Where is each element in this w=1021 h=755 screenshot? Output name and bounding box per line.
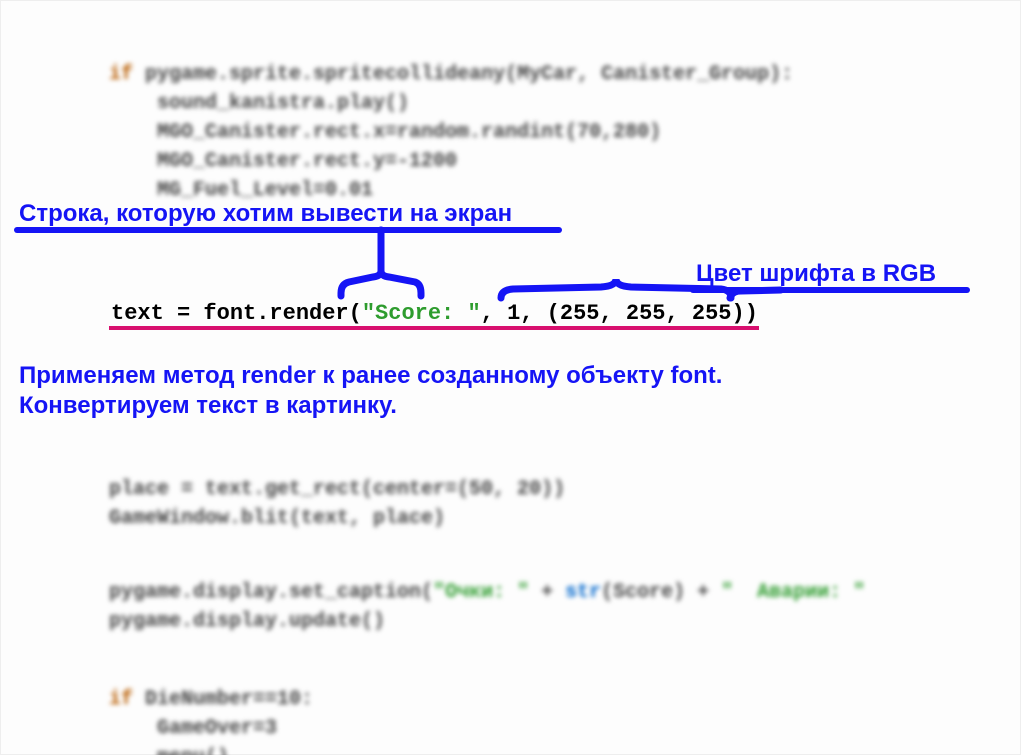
focus-after: , 1, (255, 255, 255)) (481, 301, 758, 326)
code-block-caption: pygame.display.set_caption("Очки: " + st… (109, 549, 865, 636)
code-block-top: if pygame.sprite.spritecollideany(MyCar,… (109, 31, 793, 205)
code-block-mid: place = text.get_rect(center=(50, 20)) G… (109, 446, 565, 533)
focus-underline (109, 326, 759, 330)
annotation-rgb-label: Цвет шрифта в RGB (696, 259, 936, 289)
page-canvas: if pygame.sprite.spritecollideany(MyCar,… (0, 0, 1021, 755)
kw-if-bottom: if (109, 688, 133, 711)
code-focus-line: text = font.render("Score: ", 1, (255, 2… (111, 301, 758, 326)
focus-prefix: text = font.render( (111, 301, 362, 326)
kw-if: if (109, 63, 133, 86)
annotation-render-explain: Применяем метод render к ранее созданном… (19, 361, 722, 421)
code-block-bottom: if DieNumber==10: GameOver=3 menu() (109, 656, 313, 755)
annotation-string-label: Строка, которую хотим вывести на экран (19, 199, 512, 229)
focus-string: "Score: " (362, 301, 481, 326)
